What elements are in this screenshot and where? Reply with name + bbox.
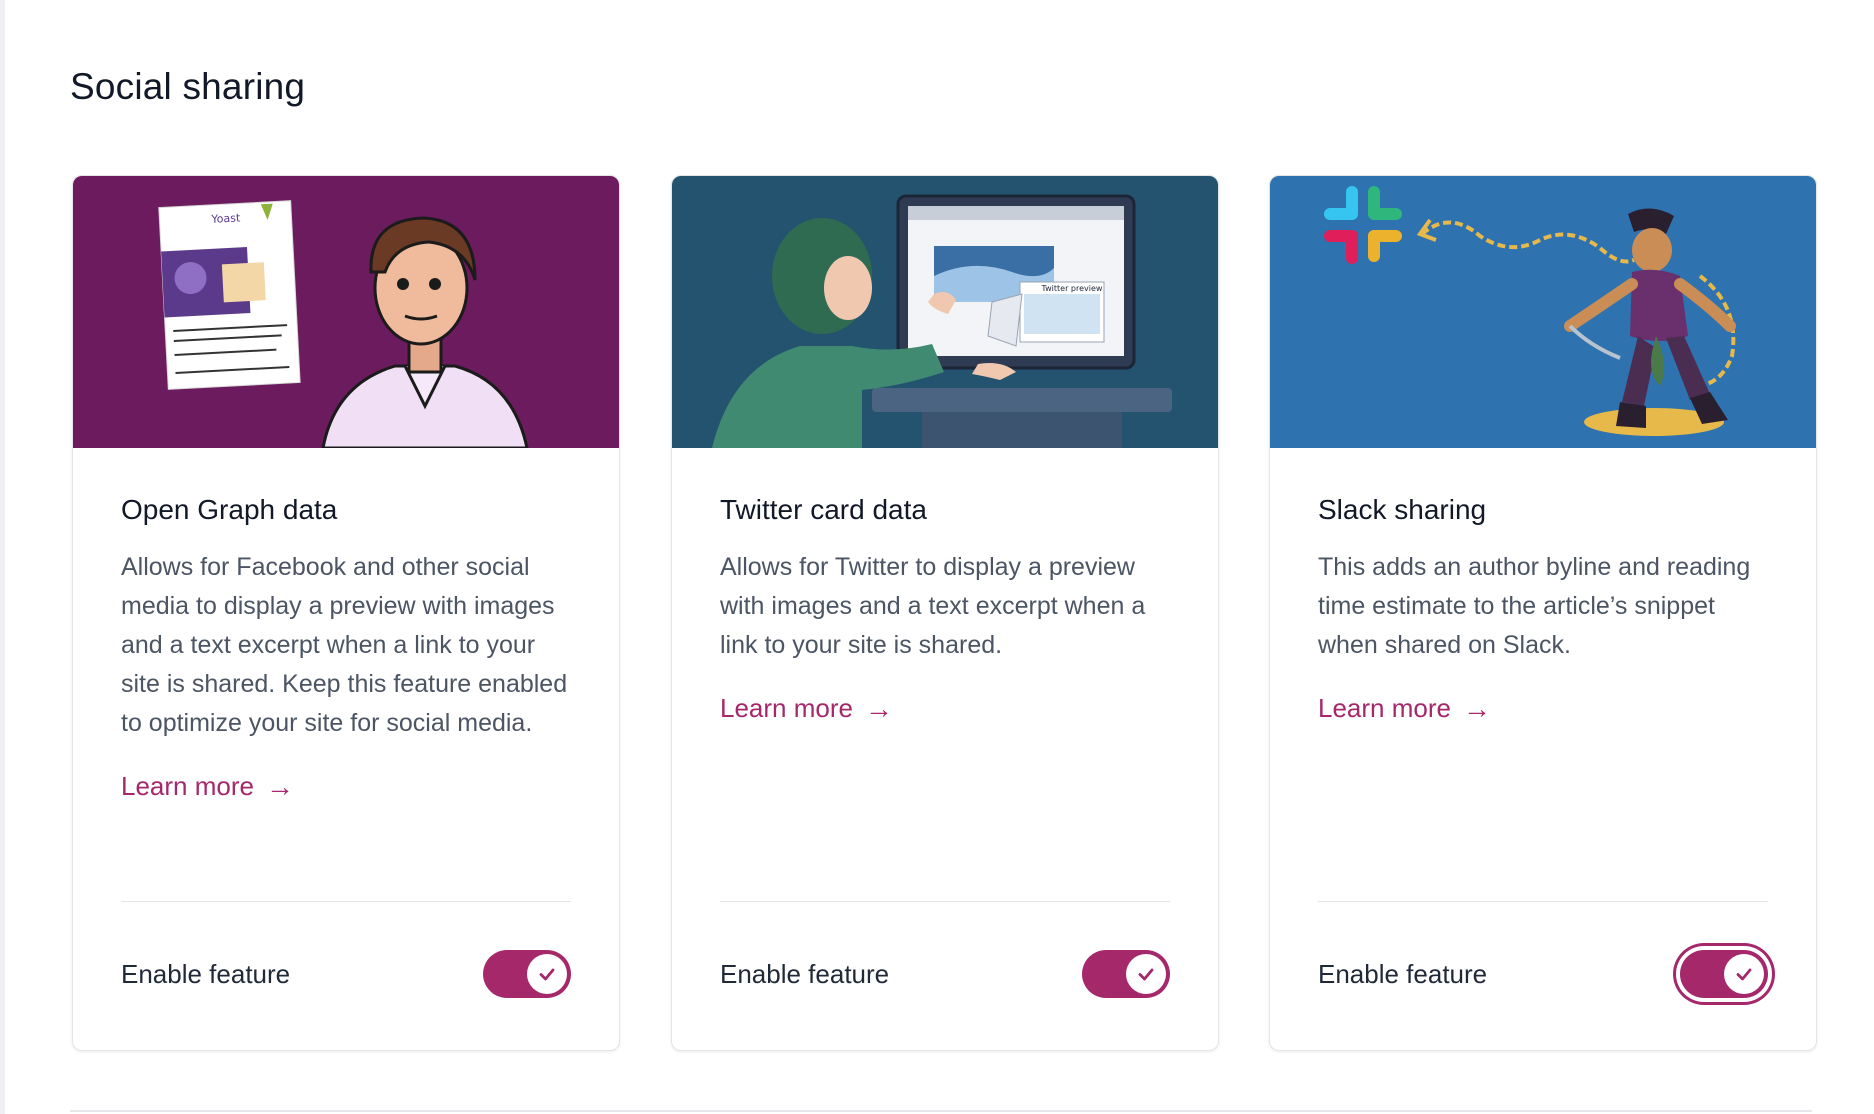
left-edge-rule	[0, 0, 5, 1114]
twitter-preview-caption: Twitter preview	[1041, 284, 1103, 293]
card-divider	[1318, 901, 1768, 902]
twitter-illustration: Twitter preview	[672, 176, 1218, 448]
card-footer: Enable feature	[121, 946, 571, 1002]
card-body: Twitter card data Allows for Twitter to …	[720, 494, 1170, 724]
learn-more-label: Learn more	[121, 771, 254, 801]
enable-feature-label: Enable feature	[121, 958, 291, 989]
check-icon	[1138, 968, 1154, 981]
section-title: Social sharing	[70, 66, 306, 107]
toggle-knob	[1724, 954, 1764, 994]
feature-card-slack: Slack sharing This adds an author byline…	[1269, 175, 1817, 1051]
learn-more-link[interactable]: Learn more →	[720, 693, 893, 724]
card-divider	[720, 901, 1170, 902]
enable-feature-label: Enable feature	[1318, 958, 1488, 989]
enable-feature-toggle[interactable]	[1082, 950, 1170, 998]
card-description: Allows for Facebook and other social med…	[121, 553, 568, 737]
card-title: Open Graph data	[121, 494, 338, 525]
enable-feature-toggle[interactable]	[483, 950, 571, 998]
card-body: Open Graph data Allows for Facebook and …	[121, 494, 571, 802]
feature-cards: Yoast Open Graph data Allows for Faceboo…	[72, 175, 1817, 1051]
card-title: Slack sharing	[1318, 494, 1487, 525]
learn-more-link[interactable]: Learn more →	[1318, 693, 1491, 724]
learn-more-label: Learn more	[720, 693, 853, 723]
yoast-wordmark: Yoast	[210, 211, 241, 226]
card-footer: Enable feature	[720, 946, 1170, 1002]
toggle-knob	[527, 954, 567, 994]
arrow-right-icon: →	[864, 692, 893, 724]
feature-card-twitter: Twitter preview Twitter card data Allows…	[671, 175, 1219, 1051]
card-body: Slack sharing This adds an author byline…	[1318, 494, 1768, 724]
arrow-right-icon: →	[265, 770, 294, 802]
card-description: This adds an author byline and reading t…	[1318, 553, 1751, 659]
card-divider	[121, 901, 571, 902]
section-bottom-divider	[70, 1110, 1812, 1112]
learn-more-label: Learn more	[1318, 693, 1451, 723]
learn-more-link[interactable]: Learn more →	[121, 771, 294, 802]
enable-feature-toggle[interactable]	[1680, 950, 1768, 998]
check-icon	[1736, 968, 1752, 981]
arrow-right-icon: →	[1462, 692, 1491, 724]
card-title: Twitter card data	[720, 494, 927, 525]
card-description: Allows for Twitter to display a preview …	[720, 553, 1146, 659]
feature-card-open-graph: Yoast Open Graph data Allows for Faceboo…	[72, 175, 620, 1051]
card-footer: Enable feature	[1318, 946, 1768, 1002]
toggle-knob	[1126, 954, 1166, 994]
enable-feature-label: Enable feature	[720, 958, 890, 989]
check-icon	[539, 968, 555, 981]
open-graph-illustration: Yoast	[73, 176, 619, 448]
slack-illustration	[1270, 176, 1816, 448]
